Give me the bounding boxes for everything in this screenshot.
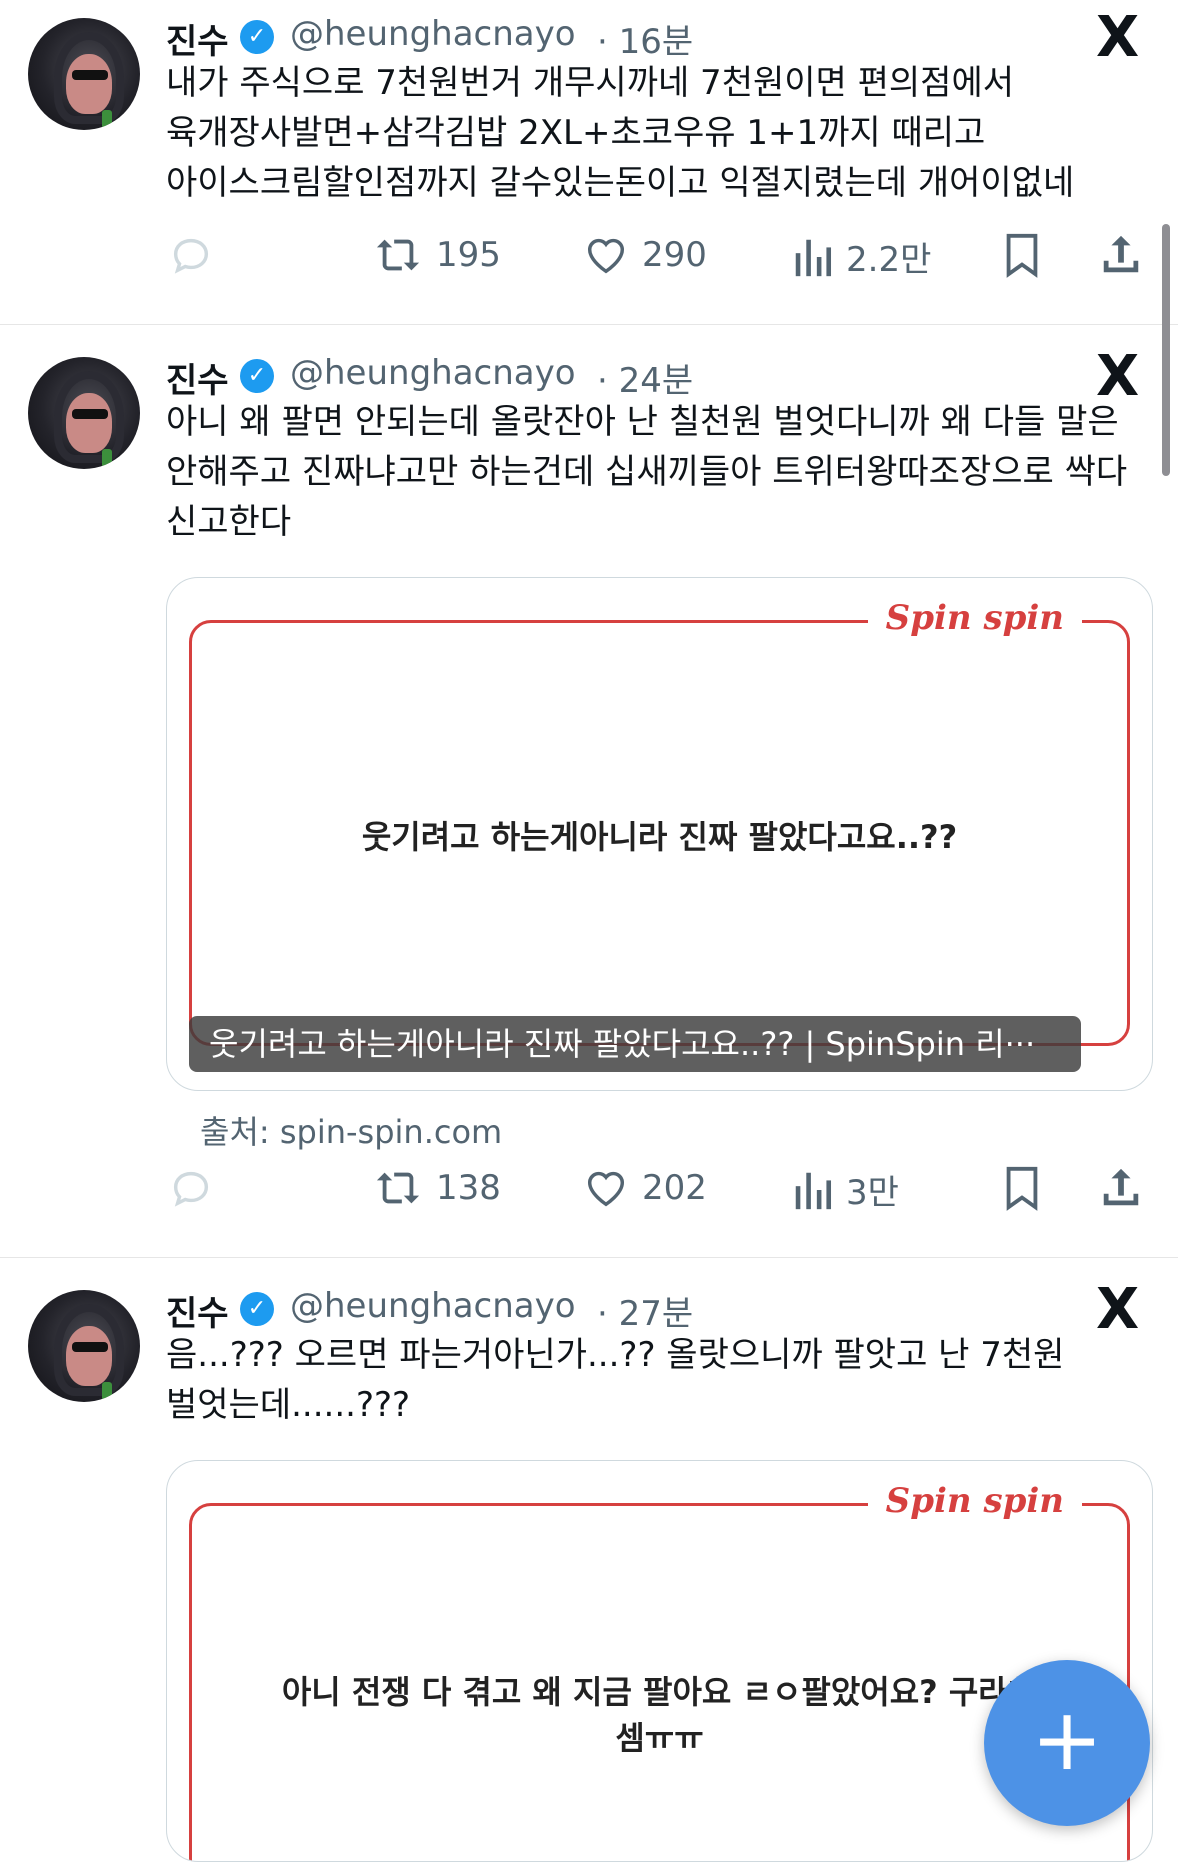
like-button[interactable]: 290 [582,232,707,278]
views-button[interactable]: 3만 [792,1165,899,1214]
card-source[interactable]: 출처: spin-spin.com [200,1107,502,1153]
avatar[interactable] [28,18,140,130]
verified-badge-icon: ✓ [240,20,274,54]
share-icon [1103,235,1139,273]
views-button[interactable]: 2.2만 [792,232,931,281]
retweet-count: 195 [436,235,501,275]
reply-icon [173,238,209,274]
tweet-1[interactable]: 진수 ✓ @heunghacnayo · 16분 X 내가 주식으로 7천원번거… [0,0,1178,324]
card-brand: Spin spin [867,598,1082,638]
compose-button[interactable]: + [984,1660,1150,1826]
bookmark-icon [1006,233,1038,278]
scrollbar[interactable] [1162,224,1170,476]
bookmark-button[interactable] [1000,1165,1044,1211]
compose-plus-icon: + [1030,1690,1104,1790]
avatar[interactable] [28,357,140,469]
display-name[interactable]: 진수 [166,14,229,63]
link-card[interactable]: Spin spin 웃기려고 하는게아니라 진짜 팔았다고요..?? 웃기려고 … [166,577,1153,1091]
timestamp[interactable]: · 16분 [597,14,693,63]
timestamp[interactable]: · 27분 [597,1286,693,1335]
retweet-count: 138 [436,1168,501,1208]
retweet-icon [376,1172,420,1204]
card-headline: 웃기려고 하는게아니라 진짜 팔았다고요..?? [361,818,958,856]
share-icon [1103,1168,1139,1206]
tweet-text: 음...??? 오르면 파는거아닌가...?? 올랏으니까 팔앗고 난 7천원 … [166,1335,1065,1425]
timestamp[interactable]: · 24분 [597,353,693,402]
like-count: 290 [642,235,707,275]
tweet-actions: 138 202 3만 [0,1165,1178,1221]
display-name[interactable]: 진수 [166,353,229,402]
views-icon [795,239,832,276]
tweet-actions: 195 290 2.2만 [0,232,1178,288]
reply-button[interactable] [168,232,214,278]
like-button[interactable]: 202 [582,1165,707,1211]
tweet-text: 내가 주식으로 7천원번거 개무시까네 7천원이면 편의점에서 육개장사발면+삼… [166,63,1075,203]
avatar[interactable] [28,1290,140,1402]
like-count: 202 [642,1168,707,1208]
handle[interactable]: @heunghacnayo [290,14,576,54]
handle[interactable]: @heunghacnayo [290,1286,576,1326]
reply-icon [173,1171,209,1207]
share-button[interactable] [1098,232,1144,278]
bookmark-icon [1006,1166,1038,1211]
views-count: 2.2만 [846,240,932,280]
card-brand: Spin spin [867,1481,1082,1521]
retweet-icon [376,239,420,271]
heart-icon [587,238,625,274]
heart-icon [587,1171,625,1207]
views-count: 3만 [846,1173,899,1213]
share-button[interactable] [1098,1165,1144,1211]
reply-button[interactable] [168,1165,214,1211]
verified-badge-icon: ✓ [240,1292,274,1326]
verified-badge-icon: ✓ [240,359,274,393]
retweet-button[interactable]: 138 [372,1165,501,1211]
views-icon [795,1172,832,1209]
link-card[interactable]: Spin spin 아니 전쟁 다 겪고 왜 지금 팔아요 ㄹㅇ팔았어요? 구라… [166,1460,1153,1862]
tweet-text: 아니 왜 팔면 안되는데 올랏잔아 난 칠천원 벌엇다니까 왜 다들 말은 안해… [166,402,1128,542]
handle[interactable]: @heunghacnayo [290,353,576,393]
tweet-2[interactable]: 진수 ✓ @heunghacnayo · 24분 X 아니 왜 팔면 안되는데 … [0,325,1178,1257]
card-caption: 웃기려고 하는게아니라 진짜 팔았다고요..?? | SpinSpin 리··· [189,1016,1081,1072]
retweet-button[interactable]: 195 [372,232,501,278]
display-name[interactable]: 진수 [166,1286,229,1335]
bookmark-button[interactable] [1000,232,1044,278]
